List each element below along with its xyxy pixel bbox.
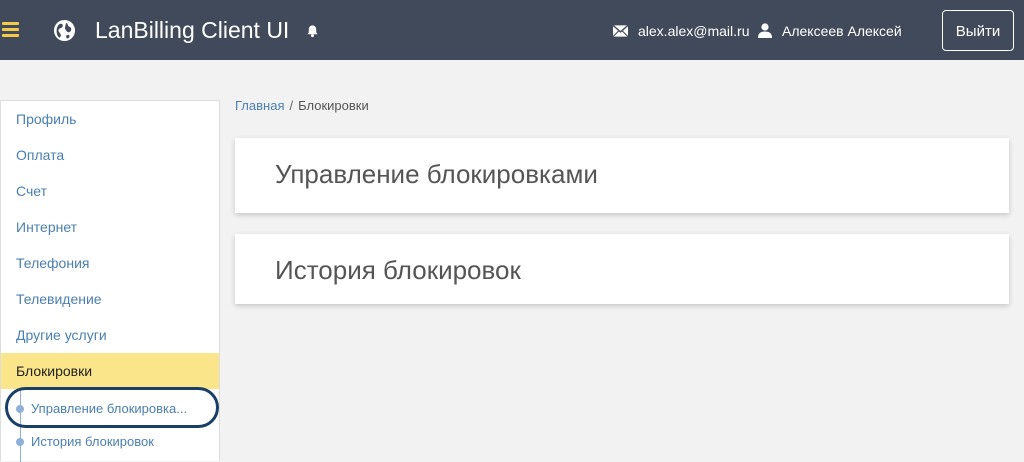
app-title[interactable]: LanBilling Client UI: [95, 16, 289, 44]
sidebar-item-internet[interactable]: Интернет: [1, 209, 219, 245]
sidebar-subitem-label: Управление блокировка...: [31, 401, 188, 416]
bell-icon[interactable]: [306, 24, 319, 38]
sidebar-item-other-services[interactable]: Другие услуги: [1, 317, 219, 353]
breadcrumb: Главная / Блокировки: [235, 98, 369, 114]
user-email: alex.alex@mail.ru: [638, 23, 750, 39]
panel-title: История блокировок: [275, 255, 521, 285]
menu-icon[interactable]: [2, 22, 19, 37]
breadcrumb-current: Блокировки: [298, 98, 369, 113]
panel-manage-blocks[interactable]: Управление блокировками: [235, 138, 1009, 213]
user-icon: [758, 23, 772, 38]
panel-title: Управление блокировками: [275, 159, 598, 189]
sidebar-subitem-block-history[interactable]: История блокировок: [1, 426, 219, 458]
sidebar: Профиль Оплата Счет Интернет Телефония Т…: [0, 100, 220, 462]
sidebar-item-television[interactable]: Телевидение: [1, 281, 219, 317]
panel-block-history[interactable]: История блокировок: [235, 234, 1009, 304]
breadcrumb-home-link[interactable]: Главная: [235, 98, 284, 113]
sidebar-item-telephony[interactable]: Телефония: [1, 245, 219, 281]
sidebar-item-account[interactable]: Счет: [1, 173, 219, 209]
mail-icon: [613, 25, 628, 37]
breadcrumb-separator: /: [289, 98, 294, 113]
top-navbar: LanBilling Client UI alex.alex@mail.ru А…: [0, 0, 1024, 60]
logout-button[interactable]: Выйти: [942, 10, 1014, 51]
bullet-icon: [16, 405, 24, 413]
bullet-icon: [16, 438, 24, 446]
sidebar-item-profile[interactable]: Профиль: [1, 101, 219, 137]
user-name: Алексеев Алексей: [782, 23, 902, 39]
sidebar-subitem-label: История блокировок: [31, 434, 154, 449]
globe-icon: [53, 19, 76, 42]
sidebar-subitem-manage-blocks[interactable]: Управление блокировка...: [1, 393, 219, 425]
sidebar-item-blocks[interactable]: Блокировки: [1, 353, 219, 389]
sidebar-item-payment[interactable]: Оплата: [1, 137, 219, 173]
